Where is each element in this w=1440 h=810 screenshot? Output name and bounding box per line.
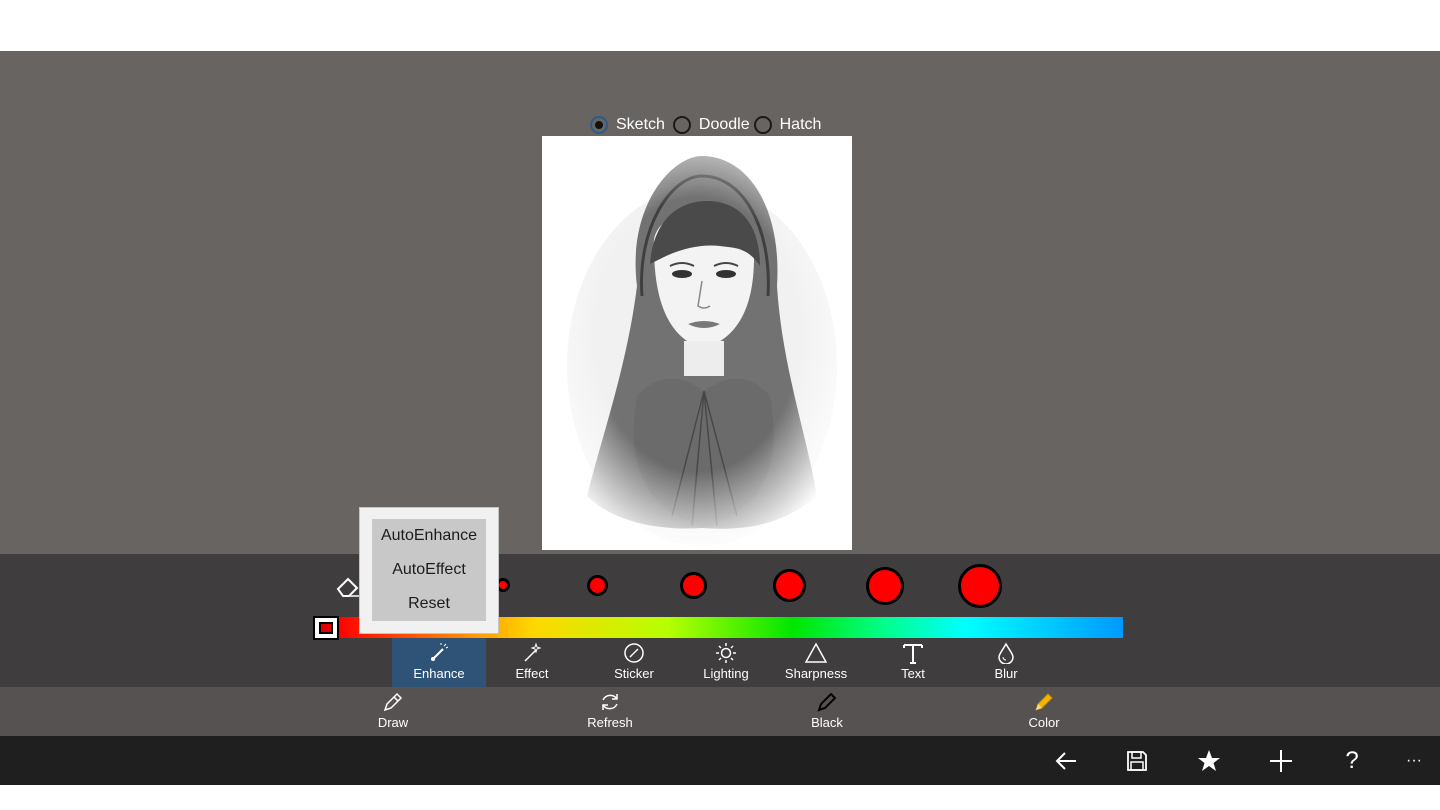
enhance-popup-menu: AutoEnhance AutoEffect Reset xyxy=(359,507,499,634)
back-arrow-icon xyxy=(1055,751,1076,770)
tool-lighting-label: Lighting xyxy=(703,666,749,681)
mode-doodle[interactable]: Doodle xyxy=(672,116,750,134)
add-icon xyxy=(1270,749,1292,772)
menu-item-autoeffect[interactable]: AutoEffect xyxy=(372,553,486,587)
mode-hatch-label: Hatch xyxy=(779,116,822,133)
favorite-button[interactable] xyxy=(1185,736,1233,785)
tool-effect-label: Effect xyxy=(515,666,549,681)
tool-text[interactable]: Text xyxy=(866,638,960,687)
brush-size-3[interactable] xyxy=(680,572,707,599)
mode-hatch[interactable]: Hatch xyxy=(753,116,822,134)
brush-size-6[interactable] xyxy=(958,564,1002,608)
save-button[interactable] xyxy=(1113,736,1161,785)
tool-effect[interactable]: Effect xyxy=(485,638,579,687)
tool-enhance-label: Enhance xyxy=(413,666,465,681)
triangle-icon xyxy=(804,642,828,663)
menu-item-autoenhance[interactable]: AutoEnhance xyxy=(372,519,486,553)
star-icon xyxy=(1198,749,1220,771)
pen-icon xyxy=(817,692,837,712)
sticker-icon xyxy=(624,643,644,663)
mode-sketch[interactable]: Sketch xyxy=(590,116,665,134)
tool-blur-label: Blur xyxy=(994,666,1018,681)
sketch-portrait-image xyxy=(542,136,852,550)
tool-text-label: Text xyxy=(901,666,925,681)
tool-lighting[interactable]: Lighting xyxy=(679,638,773,687)
tool-sticker-label: Sticker xyxy=(614,666,654,681)
bottom-toolbar xyxy=(0,687,1440,736)
draw-icon xyxy=(383,692,403,712)
radio-sketch[interactable] xyxy=(590,116,608,134)
mode-sketch-label: Sketch xyxy=(616,116,665,133)
enhance-popup-list: AutoEnhance AutoEffect Reset xyxy=(372,519,486,621)
tool-sticker[interactable]: Sticker xyxy=(587,638,681,687)
pencil-icon xyxy=(1035,693,1053,711)
sketch-photo[interactable] xyxy=(542,136,852,550)
text-icon xyxy=(903,644,923,664)
drop-icon xyxy=(998,642,1014,664)
refresh-icon xyxy=(602,694,618,710)
draw-label: Draw xyxy=(377,715,409,730)
more-icon: ··· xyxy=(1406,751,1422,769)
sun-icon xyxy=(716,643,736,663)
tool-blur[interactable]: Blur xyxy=(959,638,1053,687)
tool-sharpness[interactable]: Sharpness xyxy=(769,638,863,687)
tool-enhance[interactable]: Enhance xyxy=(392,638,486,687)
color-label: Color xyxy=(1028,715,1060,730)
radio-doodle[interactable] xyxy=(672,116,691,134)
eraser-icon[interactable] xyxy=(335,573,361,599)
menu-item-reset[interactable]: Reset xyxy=(372,587,486,621)
help-button[interactable]: ? xyxy=(1328,736,1376,785)
tool-sharpness-label: Sharpness xyxy=(784,666,848,681)
draw-button[interactable]: Draw xyxy=(343,687,443,736)
help-icon: ? xyxy=(1345,746,1359,774)
add-button[interactable] xyxy=(1257,736,1305,785)
mode-selector: Sketch Doodle Hatch xyxy=(590,113,823,137)
selected-color-swatch[interactable] xyxy=(313,616,339,640)
brush-size-2[interactable] xyxy=(587,575,608,596)
more-button[interactable]: ··· xyxy=(1390,736,1438,785)
brush-size-4[interactable] xyxy=(773,569,806,602)
refresh-button[interactable]: Refresh xyxy=(560,687,660,736)
brush-icon xyxy=(431,643,449,661)
radio-hatch[interactable] xyxy=(753,116,772,134)
black-label: Black xyxy=(811,715,843,730)
refresh-label: Refresh xyxy=(587,715,633,730)
save-icon xyxy=(1127,750,1147,771)
brush-size-5[interactable] xyxy=(866,567,904,605)
color-button[interactable]: Color xyxy=(994,687,1094,736)
mode-doodle-label: Doodle xyxy=(698,116,750,133)
magic-wand-icon xyxy=(524,642,542,662)
back-button[interactable] xyxy=(1042,736,1090,785)
black-button[interactable]: Black xyxy=(777,687,877,736)
